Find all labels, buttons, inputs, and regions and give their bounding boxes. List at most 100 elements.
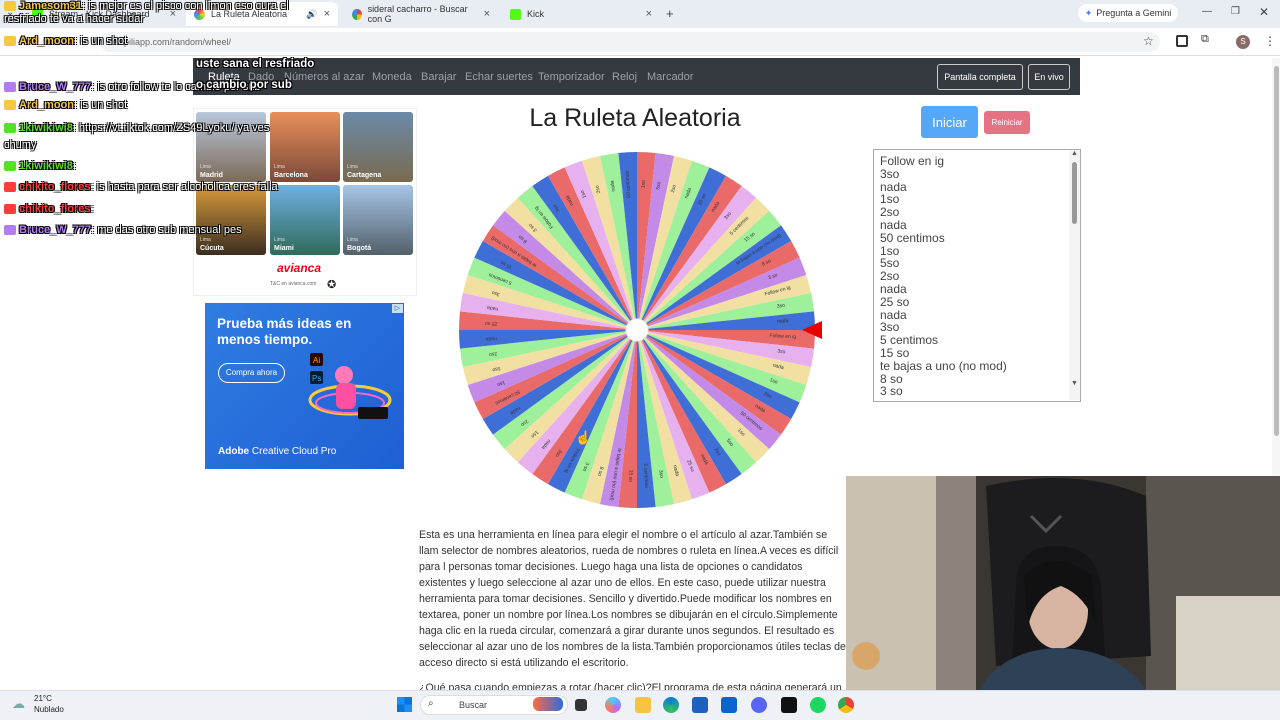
name-line: 25 so [880, 294, 910, 309]
new-tab-button[interactable]: + [666, 6, 674, 21]
chat-username[interactable]: Bruce_W_777 [19, 224, 91, 236]
chrome-icon[interactable] [838, 697, 854, 713]
tab-kick[interactable]: Kick × [502, 2, 660, 26]
gemini-label: Pregunta a Gemini [1096, 8, 1172, 18]
search-highlight-icon[interactable] [533, 697, 563, 711]
minimize-button[interactable]: — [1202, 6, 1212, 17]
weather-temp[interactable]: 21°C [34, 694, 52, 703]
tab-label: sideral cacharro - Buscar con G [367, 4, 468, 24]
scroll-thumb[interactable] [1072, 162, 1077, 224]
chat-username[interactable]: chikito_flores [19, 181, 91, 193]
adobe-headline: Prueba más ideas en menos tiempo. [217, 316, 352, 347]
city-tile[interactable]: Lima Miami [270, 185, 340, 255]
nav-link-3[interactable]: Moneda [372, 71, 412, 83]
gemini-sparkle-icon: ✦ [1084, 7, 1093, 18]
nav-link-4[interactable]: Barajar [421, 71, 456, 83]
webcam-overlay [846, 476, 1280, 720]
city-tile[interactable]: Lima Cúcuta [196, 185, 266, 255]
chat-username[interactable]: Jamesom31 [19, 0, 82, 12]
wheel-segment-label: nada [777, 318, 789, 325]
windows-start-icon[interactable] [397, 697, 412, 712]
name-line: 15 so [880, 345, 910, 360]
scroll-down-icon[interactable]: ▼ [1071, 380, 1078, 387]
maximize-button[interactable]: ❐ [1231, 6, 1240, 17]
tab-google-search[interactable]: sideral cacharro - Buscar con G × [344, 2, 498, 26]
city-dest: Lima [274, 237, 285, 243]
name-line: 2so [880, 205, 900, 220]
puzzle-extensions-icon[interactable]: ⧉ [1201, 33, 1209, 46]
city-tile[interactable]: Lima Bogotá [343, 185, 413, 255]
tab-close-icon[interactable]: × [324, 8, 330, 20]
name-line: nada [880, 217, 907, 232]
wheel-segment-label: 25 so [485, 320, 498, 327]
chat-badge-icon [4, 36, 16, 47]
nav-link-6[interactable]: Temporizador [538, 71, 605, 83]
chat-overlay-line: uste sana el resfriado [196, 58, 315, 70]
task-view-icon[interactable] [575, 699, 587, 711]
chat-username[interactable]: chikito_flores [19, 203, 91, 215]
search-icon: ⌕ [428, 698, 434, 709]
wheel-svg[interactable]: Follow en ig3sonada1so2sonada50 centimos… [457, 150, 817, 510]
adchoices-icon[interactable]: ▷ [392, 304, 403, 313]
scroll-up-icon[interactable]: ▲ [1071, 150, 1078, 157]
url-field[interactable]: es.piliapp.com/random/wheel/ [100, 32, 1160, 52]
chat-message: 1kiwikiwi8: [4, 160, 76, 172]
profile-avatar[interactable]: S [1236, 35, 1250, 49]
chat-username[interactable]: Bruce_W_777 [19, 81, 91, 93]
kick-favicon-icon [510, 8, 521, 20]
nav-link-2[interactable]: Números al azar [284, 71, 365, 83]
chat-badge-icon [4, 1, 16, 12]
live-button[interactable]: En vivo [1028, 64, 1070, 90]
adobe-cta-button[interactable]: Compra ahora [218, 363, 285, 383]
gemini-button[interactable]: ✦ Pregunta a Gemini [1078, 4, 1178, 22]
tab-close-icon[interactable]: × [646, 8, 652, 20]
nav-link-7[interactable]: Reloj [612, 71, 637, 83]
wheel-segment-label: 2so [488, 350, 497, 357]
city-tile[interactable]: Lima Cartagena [343, 112, 413, 182]
chat-badge-icon [4, 225, 16, 236]
avianca-logo[interactable]: avianca [277, 261, 321, 275]
city-name: Barcelona [274, 172, 308, 179]
names-textarea[interactable]: Follow en ig 3so nada 1so 2so nada 50 centimos… [873, 149, 1081, 402]
copilot-icon[interactable] [605, 697, 621, 713]
store-icon[interactable] [692, 697, 708, 713]
chat-username[interactable]: 1kiwikiwi8 [19, 160, 73, 172]
wheel-segment-label: 1so [640, 180, 646, 189]
discord-icon[interactable] [751, 697, 767, 713]
outlook-icon[interactable] [721, 697, 737, 713]
chat-username[interactable]: 1kiwikiwi8 [19, 122, 73, 134]
page-scroll-thumb[interactable] [1274, 66, 1279, 436]
wheel-segment-label: 5so [655, 181, 662, 190]
page-title: La Ruleta Aleatoria [529, 104, 741, 132]
name-line: te bajas a uno (no mod) [880, 358, 1007, 373]
edge-icon[interactable] [663, 697, 679, 713]
svg-text:Ai: Ai [313, 356, 320, 365]
name-line: 5so [880, 256, 900, 271]
textarea-scrollbar[interactable]: ▲ ▼ [1069, 150, 1080, 400]
chat-message: 1kiwikiwi8: https://vt.tiktok.com/ZS49Ly… [4, 120, 304, 154]
weather-icon: ☁ [12, 696, 25, 711]
chat-text: : is hasta para ser alcoholica eres fall… [90, 181, 278, 193]
bookmark-star-icon[interactable]: ☆ [1143, 34, 1154, 48]
roulette-wheel[interactable]: Follow en ig 3so nada 1so 2so nada 50 centimos… [457, 150, 817, 510]
menu-dots-icon[interactable]: ⋮ [1264, 34, 1276, 48]
nav-link-5[interactable]: Echar suertes [465, 71, 533, 83]
start-button[interactable]: Iniciar [921, 106, 978, 138]
tab-close-icon[interactable]: × [484, 8, 490, 20]
close-window-button[interactable]: ✕ [1259, 5, 1269, 19]
spotify-icon[interactable] [810, 697, 826, 713]
extension-icon[interactable] [1176, 35, 1188, 47]
nav-link-8[interactable]: Marcador [647, 71, 693, 83]
app-icon[interactable] [781, 697, 797, 713]
wheel-segment-label: nada [485, 335, 497, 342]
reset-button[interactable]: Reiniciar [984, 111, 1030, 134]
chat-message: Ard_moon: is un shot [4, 99, 127, 111]
fullscreen-button[interactable]: Pantalla completa [937, 64, 1023, 90]
city-name: Cartagena [347, 172, 382, 179]
wheel-center-hub [625, 318, 649, 342]
avianca-legal: T&C en avianca.com [270, 281, 317, 287]
page-scrollbar[interactable] [1272, 58, 1280, 478]
chat-username[interactable]: Ard_moon [19, 99, 74, 111]
chat-username[interactable]: Ard_moon [19, 35, 74, 47]
file-explorer-icon[interactable] [635, 697, 651, 713]
